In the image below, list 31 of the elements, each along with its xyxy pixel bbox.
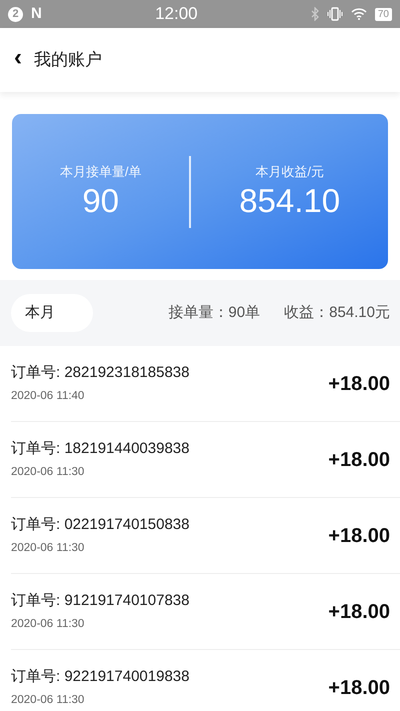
order-amount: +18.00 bbox=[328, 600, 390, 624]
order-time: 2020-06 11:30 bbox=[11, 541, 86, 556]
stat-label: 本月收益/元 bbox=[255, 162, 324, 181]
orders-total: 接单量：90单 bbox=[168, 302, 260, 323]
order-number: 订单号: 182191440039838 bbox=[11, 438, 190, 459]
stat-value: 854.10 bbox=[239, 181, 340, 222]
stat-value: 90 bbox=[82, 181, 120, 222]
period-selector[interactable]: 本月 bbox=[11, 294, 93, 332]
vibrate-icon bbox=[326, 7, 343, 21]
battery-indicator: 70 bbox=[374, 8, 392, 20]
order-amount: +18.00 bbox=[328, 676, 390, 700]
order-number: 订单号: 922191740019838 bbox=[11, 666, 190, 687]
income-total: 收益：854.10元 bbox=[284, 302, 390, 323]
stat-label: 本月接单量/单 bbox=[60, 162, 142, 181]
bluetooth-icon bbox=[310, 7, 319, 21]
page-title: 我的账户 bbox=[34, 49, 102, 72]
order-time: 2020-06 11:30 bbox=[11, 465, 86, 480]
clock: 12:00 bbox=[155, 3, 198, 26]
app-letter: N bbox=[31, 4, 42, 24]
back-button[interactable]: ‹ bbox=[14, 46, 26, 74]
order-number: 订单号: 282192318185838 bbox=[11, 362, 190, 383]
notification-count: 2 bbox=[8, 6, 23, 22]
order-time: 2020-06 11:30 bbox=[11, 617, 86, 632]
order-number: 订单号: 912191740107838 bbox=[11, 590, 190, 611]
order-time: 2020-06 11:40 bbox=[11, 389, 86, 404]
wifi-icon bbox=[350, 8, 367, 20]
order-amount: +18.00 bbox=[328, 372, 390, 396]
order-amount: +18.00 bbox=[328, 448, 390, 472]
order-time: 2020-06 11:30 bbox=[11, 693, 86, 708]
order-amount: +18.00 bbox=[328, 524, 390, 548]
order-number: 订单号: 022191740150838 bbox=[11, 514, 190, 535]
